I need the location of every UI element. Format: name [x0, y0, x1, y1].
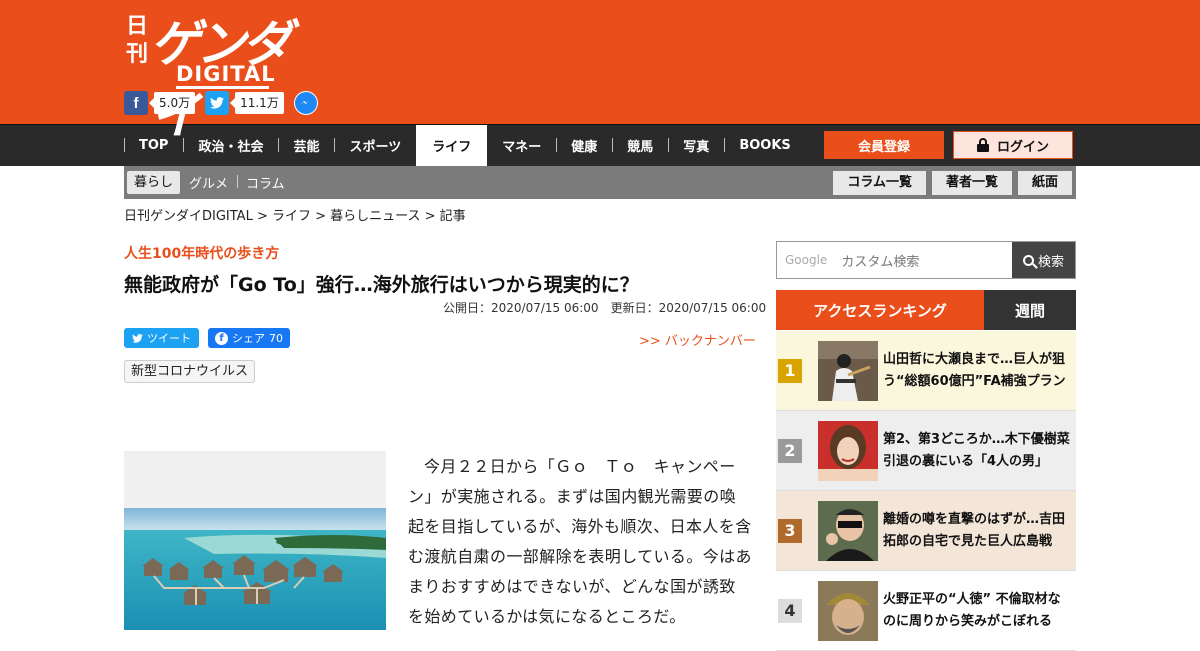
nav-entertainment[interactable]: 芸能	[278, 125, 334, 166]
article-photo	[124, 451, 386, 630]
search-button-label: 検索	[1037, 254, 1064, 270]
ranking-headline: 山田哲に大瀬良まで…巨人が狙う“総額60億円”FA補強プラン	[883, 351, 1066, 389]
ranking-header: アクセスランキング 週間	[776, 290, 1076, 330]
facebook-icon[interactable]: f	[124, 91, 148, 115]
ranking-item-2[interactable]: 2 第2、第3どころか…木下優樹菜引退の裏にいる「4人の男」	[776, 411, 1076, 491]
ranking-thumbnail	[818, 580, 878, 641]
facebook-share-button[interactable]: f シェア 70	[208, 328, 290, 348]
search-input[interactable]: Google カスタム検索	[777, 242, 1012, 278]
share-row: f 5.0万 11.1万	[124, 91, 318, 115]
nav-top[interactable]: TOP	[124, 125, 183, 166]
ranking-period[interactable]: 週間	[984, 290, 1076, 330]
subnav-gourmet[interactable]: グルメ	[180, 173, 237, 192]
ranking-item-4[interactable]: 4 火野正平の“人徳” 不倫取材なのに周りから笑みがこぼれる	[776, 571, 1076, 651]
search-box: Google カスタム検索 検索	[776, 241, 1076, 279]
logo-sub: DIGITAL	[176, 62, 276, 86]
nav-photo[interactable]: 写真	[668, 125, 724, 166]
column-list-button[interactable]: コラム一覧	[833, 171, 926, 195]
twitter-bird-icon	[132, 333, 143, 343]
nav-sports[interactable]: スポーツ	[334, 125, 416, 166]
ranking-item-1[interactable]: 1 山田哲に大瀬良まで…巨人が狙う“総額60億円”FA補強プラン	[776, 331, 1076, 411]
search-icon	[1022, 254, 1034, 266]
nav-money[interactable]: マネー	[487, 125, 556, 166]
author-list-button[interactable]: 著者一覧	[931, 171, 1012, 195]
back-number-link[interactable]: >> バックナンバー	[639, 330, 756, 349]
login-button[interactable]: ログイン	[953, 131, 1073, 159]
ranking-thumbnail	[818, 340, 878, 401]
messenger-icon[interactable]	[293, 91, 318, 115]
ranking-title[interactable]: アクセスランキング	[776, 290, 984, 330]
article-title: 無能政府が「Go To」強行…海外旅行はいつから現実的に？	[124, 274, 639, 296]
main-nav: TOP 政治・社会 芸能 スポーツ ライフ マネー 健康 競馬 写真 BOOKS…	[0, 124, 1200, 166]
site-logo[interactable]: 日刊 ゲンダイ DIGITAL	[126, 10, 306, 145]
share-count: 70	[269, 331, 283, 345]
nav-health[interactable]: 健康	[556, 125, 612, 166]
ranking-item-3[interactable]: 3 離婚の噂を直撃のはずが…吉田拓郎の自宅で見た巨人広島戦	[776, 491, 1076, 571]
breadcrumb[interactable]: 日刊ゲンダイDIGITAL > ライフ > 暮らしニュース > 記事	[124, 205, 466, 224]
logo-underline	[176, 86, 269, 89]
nav-politics[interactable]: 政治・社会	[183, 125, 278, 166]
article-dates: 公開日：2020/07/15 06:00 更新日：2020/07/15 06:00	[443, 299, 766, 316]
rank-badge: 4	[778, 598, 802, 623]
search-placeholder: カスタム検索	[841, 254, 920, 270]
ranking-headline: 離婚の噂を直撃のはずが…吉田拓郎の自宅で見た巨人広島戦	[883, 511, 1066, 549]
subnav-buttons: コラム一覧 著者一覧 紙面	[833, 171, 1072, 195]
ranking-list: 1 山田哲に大瀬良まで…巨人が狙う“総額60億円”FA補強プラン 2 第2、第3…	[776, 331, 1076, 651]
lock-icon	[976, 138, 989, 152]
nav-keiba[interactable]: 競馬	[612, 125, 668, 166]
published-date: 公開日：2020/07/15 06:00	[443, 301, 599, 315]
facebook-count: 5.0万	[148, 92, 196, 114]
register-button[interactable]: 会員登録	[824, 131, 944, 159]
article-paragraph: 今月２２日から「Ｇｏ Ｔｏ キャンペーン」が実施される。まずは国内観光需要の喚起…	[408, 457, 752, 626]
facebook-icon: f	[215, 331, 228, 345]
ranking-headline: 火野正平の“人徳” 不倫取材なのに周りから笑みがこぼれる	[883, 591, 1061, 629]
share-label: シェア	[232, 332, 265, 345]
search-button[interactable]: 検索	[1012, 242, 1075, 278]
article-body: 今月２２日から「Ｇｏ Ｔｏ キャンペーン」が実施される。まずは国内観光需要の喚起…	[408, 452, 752, 632]
article-kicker[interactable]: 人生100年時代の歩き方	[124, 243, 279, 263]
subnav-living[interactable]: 暮らし	[127, 171, 181, 194]
twitter-count: 11.1万	[230, 92, 284, 114]
subnav-column[interactable]: コラム	[237, 173, 294, 192]
tweet-label: ツイート	[147, 332, 191, 345]
login-label: ログイン	[996, 139, 1049, 155]
tweet-button[interactable]: ツイート	[124, 328, 199, 348]
rank-badge: 2	[778, 438, 802, 463]
rank-badge: 1	[778, 358, 802, 383]
rank-badge: 3	[778, 518, 802, 543]
ranking-headline: 第2、第3どころか…木下優樹菜引退の裏にいる「4人の男」	[883, 431, 1070, 469]
topic-tag[interactable]: 新型コロナウイルス	[124, 360, 256, 383]
nav-books[interactable]: BOOKS	[724, 125, 805, 166]
paper-button[interactable]: 紙面	[1017, 171, 1072, 195]
site-header: 日刊 ゲンダイ DIGITAL f 5.0万 11.1万	[0, 0, 1200, 145]
google-logo: Google	[785, 253, 828, 267]
ranking-thumbnail	[818, 500, 878, 561]
logo-kan: 日刊	[126, 13, 149, 67]
updated-date: 更新日：2020/07/15 06:00	[610, 301, 767, 315]
twitter-icon[interactable]	[205, 91, 230, 115]
ranking-thumbnail	[818, 420, 878, 481]
nav-life[interactable]: ライフ	[416, 125, 488, 166]
sub-nav: 暮らし グルメ コラム コラム一覧 著者一覧 紙面	[124, 166, 1076, 199]
